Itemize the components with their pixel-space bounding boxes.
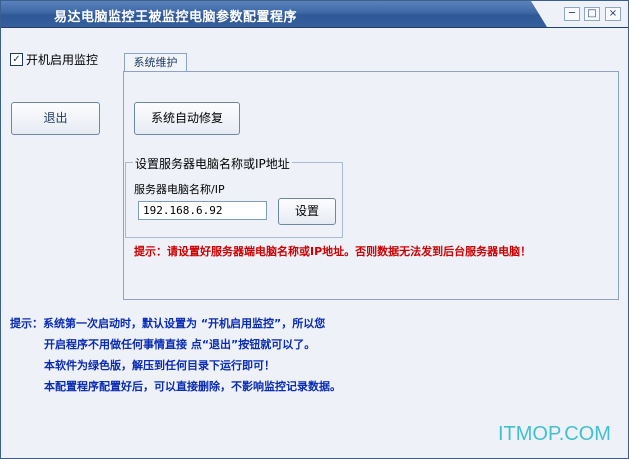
window-controls: ─ □ ×	[547, 1, 628, 28]
maximize-button[interactable]: □	[584, 7, 600, 21]
minimize-button[interactable]: ─	[564, 7, 580, 21]
checkbox-check-icon[interactable]: ✓	[10, 53, 23, 66]
server-ip-input[interactable]: 192.168.6.92	[138, 201, 267, 220]
autostart-checkbox[interactable]: ✓ 开机启用监控	[10, 51, 98, 68]
server-name-label: 服务器电脑名称/IP	[134, 183, 225, 196]
server-group-title: 设置服务器电脑名称或IP地址	[133, 155, 292, 172]
tips-text: 提示：系统第一次启动时，默认设置为 “开机启用监控”，所以您 开启程序不用做任何…	[10, 314, 341, 398]
tip-line: 本配置程序配置好后，可以直接删除，不影响监控记录数据。	[44, 380, 341, 393]
minimize-icon: ─	[568, 8, 576, 19]
tip-line: 开启程序不用做任何事情直接 点“退出”按钮就可以了。	[44, 338, 316, 351]
close-icon: ×	[608, 8, 618, 19]
maximize-icon: □	[587, 8, 597, 19]
tip-line: 本软件为绿色版，解压到任何目录下运行即可！	[44, 359, 275, 372]
warning-text: 提示：请设置好服务器端电脑名称或IP地址。否则数据无法发到后台服务器电脑！	[134, 245, 532, 258]
watermark-logo: ITMOP.COM	[498, 423, 611, 445]
exit-button[interactable]: 退出	[11, 102, 100, 135]
window-title: 易达电脑监控王被监控电脑参数配置程序	[54, 10, 298, 25]
autostart-label: 开机启用监控	[26, 53, 99, 67]
tip-line: 提示：系统第一次启动时，默认设置为 “开机启用监控”，所以您	[10, 317, 326, 330]
title-bar-notch	[531, 1, 547, 27]
close-button[interactable]: ×	[605, 7, 621, 21]
set-server-button[interactable]: 设置	[278, 198, 336, 225]
tab-system-maintenance[interactable]: 系统维护	[124, 53, 187, 72]
auto-repair-button[interactable]: 系统自动修复	[134, 102, 240, 135]
app-window: 易达电脑监控王被监控电脑参数配置程序 ─ □ × ✓ 开机启用监控 退出 系统维…	[0, 0, 629, 459]
